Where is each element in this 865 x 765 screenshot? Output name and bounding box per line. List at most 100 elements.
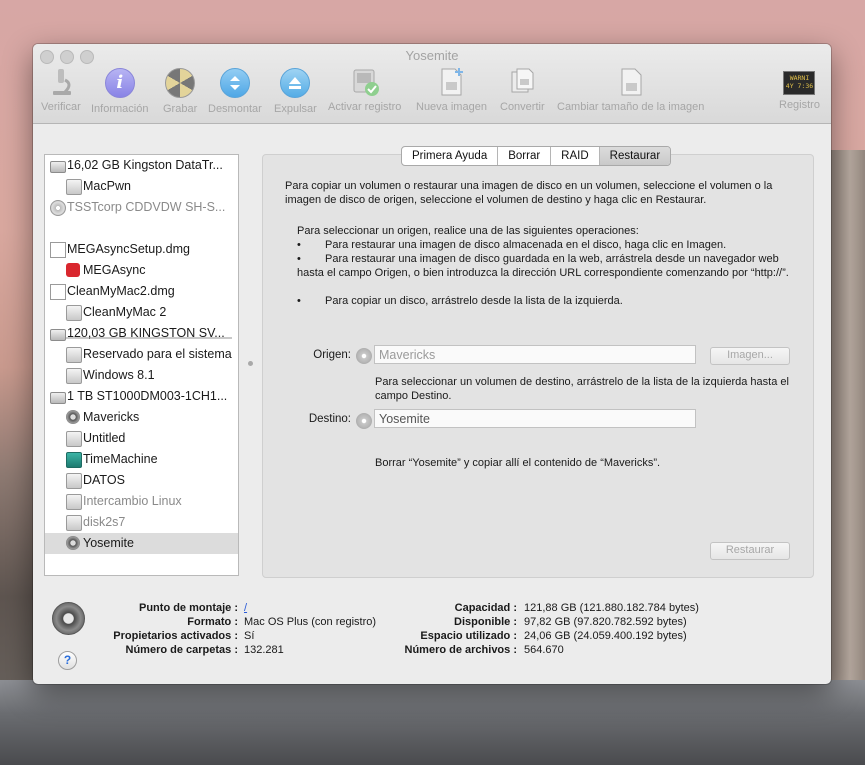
external-disk-icon: [50, 161, 66, 173]
internal-disk-icon: [50, 329, 66, 341]
volume-icon: [66, 305, 82, 321]
burn-button[interactable]: Grabar: [163, 66, 197, 115]
sidebar-item-cleanmymac2-dmg[interactable]: CleanMyMac2.dmg: [45, 281, 238, 302]
capacity-label: Capacidad :: [454, 602, 517, 614]
used-space-label: Espacio utilizado :: [420, 630, 517, 642]
file-count-label: Número de archivos :: [404, 644, 517, 656]
volume-icon: [66, 494, 82, 510]
restore-panel: [262, 154, 814, 578]
sidebar-item-cleanmymac-2[interactable]: CleanMyMac 2: [45, 302, 238, 323]
enable-journaling-button[interactable]: Activar registro: [328, 66, 401, 113]
volume-icon: [66, 347, 82, 363]
split-view-handle[interactable]: [248, 361, 253, 366]
mount-point-label: Punto de montaje :: [139, 602, 238, 614]
eject-icon: [280, 68, 311, 98]
internal-disk-icon: [50, 392, 66, 404]
capacity-value: 121,88 GB (121.880.182.784 bytes): [524, 602, 699, 614]
window-title: Yosemite: [405, 48, 459, 63]
bullet-2-text: Para restaurar una imagen de disco guard…: [297, 253, 789, 279]
eject-button[interactable]: Expulsar: [274, 66, 317, 115]
disk-list[interactable]: 16,02 GB Kingston DataTr... MacPwn TSSTc…: [44, 154, 239, 576]
volume-icon: [66, 368, 82, 384]
microscope-icon: [45, 66, 77, 98]
time-machine-icon: [66, 452, 82, 468]
bullet-1-text: Para restaurar una imagen de disco almac…: [325, 239, 727, 251]
restore-button[interactable]: Restaurar: [710, 542, 790, 560]
optical-drive-icon: [50, 200, 66, 216]
sidebar-item-intercambio-linux[interactable]: Intercambio Linux: [45, 491, 238, 512]
tab-borrar[interactable]: Borrar: [498, 147, 552, 165]
bullet-3-text: Para copiar un disco, arrástrelo desde l…: [325, 295, 623, 307]
destination-hint: Para seleccionar un volumen de destino, …: [375, 376, 789, 402]
convert-button[interactable]: Convertir: [500, 66, 545, 113]
log-icon: WARNI 4Y 7:36: [783, 71, 816, 95]
tab-restaurar[interactable]: Restaurar: [599, 147, 671, 165]
sidebar-item-timemachine[interactable]: TimeMachine: [45, 449, 238, 470]
sidebar-item-megasync[interactable]: MEGAsync: [45, 260, 238, 281]
tab-primera-ayuda[interactable]: Primera Ayuda: [402, 147, 499, 165]
source-label: Origen:: [313, 349, 351, 361]
tab-bar: Primera Ayuda Borrar RAID Restaurar: [401, 146, 672, 166]
sidebar-item-mavericks[interactable]: Mavericks: [45, 407, 238, 428]
sidebar-item-datos[interactable]: DATOS: [45, 470, 238, 491]
convert-icon: [506, 66, 538, 98]
restore-intro-text: Para copiar un volumen o restaurar una i…: [285, 180, 773, 206]
destination-volume-icon: [356, 413, 372, 429]
source-field[interactable]: Mavericks: [374, 345, 696, 364]
format-label: Formato :: [187, 616, 238, 628]
sidebar-item-windows-81[interactable]: Windows 8.1: [45, 365, 238, 386]
format-value: Mac OS Plus (con registro): [244, 616, 377, 628]
destination-label: Destino:: [308, 413, 351, 425]
volume-icon: [66, 431, 82, 447]
bullet-3-marker: •: [297, 295, 301, 307]
source-volume-icon: [356, 348, 372, 364]
unmount-button[interactable]: Desmontar: [208, 66, 262, 115]
mount-point-link[interactable]: /: [244, 602, 247, 614]
disk-image-icon: [50, 284, 66, 300]
folder-count-value: 132.281: [244, 644, 284, 656]
new-image-icon: [435, 66, 467, 98]
desktop-mountain: [0, 680, 865, 765]
resize-image-icon: [615, 66, 647, 98]
sidebar-item-disk2s7[interactable]: disk2s7: [45, 512, 238, 533]
sidebar-item-tsstcorp-dvd[interactable]: TSSTcorp CDDVDW SH-S...: [45, 197, 238, 218]
osx-volume-icon: [66, 410, 80, 424]
toolbar: Yosemite Verificar i Información Grabar: [33, 44, 831, 124]
resize-image-button[interactable]: Cambiar tamaño de la imagen: [557, 66, 704, 113]
owners-enabled-label: Propietarios activados :: [113, 630, 238, 642]
info-button[interactable]: i Información: [91, 66, 148, 115]
osx-volume-icon: [66, 536, 80, 550]
sidebar-item-st1000dm003[interactable]: 1 TB ST1000DM003-1CH1...: [45, 386, 238, 407]
file-count-value: 564.670: [524, 644, 564, 656]
megasync-icon: [66, 263, 80, 277]
available-value: 97,82 GB (97.820.782.592 bytes): [524, 616, 687, 628]
restore-summary-text: Borrar “Yosemite” y copiar allí el conte…: [375, 457, 661, 469]
sidebar-item-macpwn[interactable]: MacPwn: [45, 176, 238, 197]
destination-field[interactable]: Yosemite: [374, 409, 696, 428]
sidebar-item-untitled[interactable]: Untitled: [45, 428, 238, 449]
volume-icon: [66, 515, 82, 531]
restore-howto-title: Para seleccionar un origen, realice una …: [297, 225, 639, 237]
enable-journaling-icon: [349, 66, 381, 98]
owners-enabled-value: Sí: [244, 630, 255, 642]
image-button[interactable]: Imagen...: [710, 347, 790, 365]
tab-raid[interactable]: RAID: [551, 147, 600, 165]
sidebar-item-kingston-datatraveler[interactable]: 16,02 GB Kingston DataTr...: [45, 155, 238, 176]
disk-image-icon: [50, 242, 66, 258]
unmount-icon: [219, 68, 250, 98]
volume-icon: [66, 179, 82, 195]
sidebar-item-yosemite[interactable]: Yosemite: [45, 533, 238, 554]
verify-button[interactable]: Verificar: [41, 66, 81, 113]
sidebar-item-kingston-sv[interactable]: 120,03 GB KINGSTON SV...: [45, 323, 238, 344]
sidebar-item-megasyncsetup-dmg[interactable]: MEGAsyncSetup.dmg: [45, 239, 238, 260]
burn-icon: [165, 68, 196, 98]
disk-utility-window: Yosemite Verificar i Información Grabar: [33, 44, 831, 684]
new-image-button[interactable]: Nueva imagen: [416, 66, 487, 113]
info-icon: i: [104, 68, 135, 98]
used-space-value: 24,06 GB (24.059.400.192 bytes): [524, 630, 687, 642]
log-button[interactable]: WARNI 4Y 7:36 Registro: [779, 66, 820, 111]
folder-count-label: Número de carpetas :: [125, 644, 238, 656]
sidebar-item-reservado-sistema[interactable]: Reservado para el sistema: [45, 344, 238, 365]
bullet-1-marker: •: [297, 239, 301, 251]
available-label: Disponible :: [454, 616, 517, 628]
